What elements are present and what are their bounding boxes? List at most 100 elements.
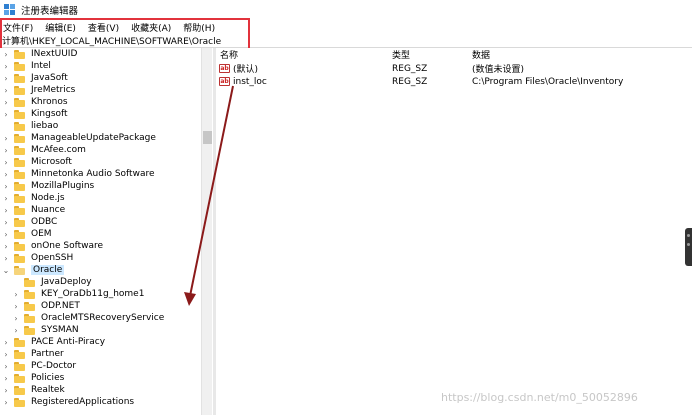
chevron-right-icon[interactable]: › bbox=[2, 396, 10, 408]
chevron-right-icon[interactable]: › bbox=[2, 96, 10, 108]
column-header-data[interactable]: 数据 bbox=[472, 48, 490, 61]
registry-editor-icon bbox=[4, 4, 16, 16]
tree-item[interactable]: › KEY_OraDb11g_home1 bbox=[12, 288, 144, 300]
chevron-right-icon[interactable]: › bbox=[2, 348, 10, 360]
tree-item[interactable]: JavaDeploy bbox=[12, 276, 92, 288]
value-row[interactable]: ab (默认) REG_SZ (数值未设置) bbox=[216, 62, 692, 75]
tree-item[interactable]: › ODBC bbox=[2, 216, 57, 228]
chevron-right-icon[interactable]: › bbox=[2, 168, 10, 180]
chevron-right-icon[interactable]: › bbox=[2, 144, 10, 156]
tree-item[interactable]: › onOne Software bbox=[2, 240, 103, 252]
tree-item[interactable]: › McAfee.com bbox=[2, 144, 85, 156]
chevron-right-icon[interactable]: › bbox=[2, 216, 10, 228]
chevron-down-icon[interactable]: ⌄ bbox=[2, 264, 10, 276]
tree-item-label: JreMetrics bbox=[31, 85, 76, 95]
chevron-right-icon[interactable] bbox=[12, 276, 20, 288]
tree-item-label: ODP.NET bbox=[41, 301, 80, 311]
folder-icon bbox=[24, 301, 35, 311]
tree-item-label: RegisteredApplications bbox=[31, 397, 135, 407]
tree-item-label: OracleMTSRecoveryService bbox=[41, 313, 165, 323]
tree-item[interactable]: › INextUUID bbox=[2, 48, 77, 60]
chevron-right-icon[interactable] bbox=[2, 120, 10, 132]
key-tree[interactable]: › INextUUID › Intel › JavaSoft › JreMetr… bbox=[0, 48, 213, 415]
tree-scrollbar[interactable] bbox=[201, 48, 212, 415]
chevron-right-icon[interactable]: › bbox=[2, 336, 10, 348]
folder-icon bbox=[14, 385, 25, 395]
chevron-right-icon[interactable]: › bbox=[2, 60, 10, 72]
tree-scrollbar-thumb[interactable] bbox=[203, 131, 212, 144]
folder-icon bbox=[14, 73, 25, 83]
tree-item[interactable]: › ODP.NET bbox=[12, 300, 80, 312]
chevron-right-icon[interactable]: › bbox=[2, 204, 10, 216]
tree-item[interactable]: liebao bbox=[2, 120, 58, 132]
tree-item-oracle[interactable]: ⌄ Oracle bbox=[2, 264, 65, 276]
tree-item[interactable]: › JreMetrics bbox=[2, 84, 75, 96]
chevron-right-icon[interactable]: › bbox=[12, 312, 20, 324]
address-bar[interactable]: 计算机\HKEY_LOCAL_MACHINE\SOFTWARE\Oracle bbox=[0, 34, 692, 48]
menu-help[interactable]: 帮助(H) bbox=[183, 21, 215, 34]
menu-favorites[interactable]: 收藏夹(A) bbox=[131, 21, 171, 34]
chevron-right-icon[interactable]: › bbox=[2, 228, 10, 240]
tree-item[interactable]: › MozillaPlugins bbox=[2, 180, 94, 192]
tree-item[interactable]: › OpenSSH bbox=[2, 252, 73, 264]
column-header-type[interactable]: 类型 bbox=[392, 48, 410, 61]
chevron-right-icon[interactable]: › bbox=[2, 252, 10, 264]
tree-item[interactable]: › Policies bbox=[2, 372, 64, 384]
folder-icon bbox=[24, 289, 35, 299]
value-row[interactable]: ab inst_loc REG_SZ C:\Program Files\Orac… bbox=[216, 75, 692, 88]
tree-item[interactable]: › Microsoft bbox=[2, 156, 72, 168]
folder-icon bbox=[14, 397, 25, 407]
chevron-right-icon[interactable]: › bbox=[2, 192, 10, 204]
chevron-right-icon[interactable]: › bbox=[2, 84, 10, 96]
chevron-right-icon[interactable]: › bbox=[2, 108, 10, 120]
tree-item[interactable]: › JavaSoft bbox=[2, 72, 67, 84]
folder-icon bbox=[14, 337, 25, 347]
menu-file[interactable]: 文件(F) bbox=[3, 21, 33, 34]
chevron-right-icon[interactable]: › bbox=[2, 360, 10, 372]
tree-item[interactable]: › Kingsoft bbox=[2, 108, 67, 120]
chevron-right-icon[interactable]: › bbox=[12, 324, 20, 336]
tree-item[interactable]: › Khronos bbox=[2, 96, 67, 108]
chevron-right-icon[interactable]: › bbox=[2, 240, 10, 252]
tree-item[interactable]: › OEM bbox=[2, 228, 51, 240]
address-path[interactable]: 计算机\HKEY_LOCAL_MACHINE\SOFTWARE\Oracle bbox=[2, 34, 221, 47]
watermark: https://blog.csdn.net/m0_50052896 bbox=[441, 391, 638, 404]
chevron-right-icon[interactable]: › bbox=[2, 132, 10, 144]
tree-item-label: Minnetonka Audio Software bbox=[31, 169, 155, 179]
menu-view[interactable]: 查看(V) bbox=[88, 21, 119, 34]
ab-string-icon: ab bbox=[219, 77, 230, 86]
chevron-right-icon[interactable]: › bbox=[12, 300, 20, 312]
tree-item-label: PC-Doctor bbox=[31, 361, 77, 371]
tree-item-label: JavaDeploy bbox=[41, 277, 92, 287]
tree-item[interactable]: › PACE Anti-Piracy bbox=[2, 336, 105, 348]
tree-item[interactable]: › SYSMAN bbox=[12, 324, 78, 336]
chevron-right-icon[interactable]: › bbox=[2, 72, 10, 84]
folder-icon bbox=[14, 157, 25, 167]
folder-icon bbox=[14, 361, 25, 371]
tree-item[interactable]: › Realtek bbox=[2, 384, 64, 396]
tree-item[interactable]: › OracleMTSRecoveryService bbox=[12, 312, 164, 324]
chevron-right-icon[interactable]: › bbox=[2, 156, 10, 168]
chevron-right-icon[interactable]: › bbox=[12, 288, 20, 300]
tree-item[interactable]: › ManageableUpdatePackage bbox=[2, 132, 156, 144]
tree-item[interactable]: › Partner bbox=[2, 348, 64, 360]
tree-item-label: Partner bbox=[31, 349, 64, 359]
chevron-right-icon[interactable]: › bbox=[2, 180, 10, 192]
ab-string-icon: ab bbox=[219, 64, 230, 73]
tree-item[interactable]: › PC-Doctor bbox=[2, 360, 76, 372]
tree-item-label: KEY_OraDb11g_home1 bbox=[41, 289, 145, 299]
tree-item[interactable]: › Minnetonka Audio Software bbox=[2, 168, 155, 180]
side-panel-handle[interactable] bbox=[685, 228, 692, 266]
chevron-right-icon[interactable]: › bbox=[2, 372, 10, 384]
chevron-right-icon[interactable]: › bbox=[2, 48, 10, 60]
tree-item[interactable]: › RegisteredApplications bbox=[2, 396, 134, 408]
tree-item[interactable]: › Nuance bbox=[2, 204, 65, 216]
column-header-name[interactable]: 名称 bbox=[220, 48, 238, 61]
tree-item-label: INextUUID bbox=[31, 49, 78, 59]
chevron-right-icon[interactable]: › bbox=[2, 384, 10, 396]
folder-icon bbox=[14, 109, 25, 119]
values-list[interactable]: 名称 类型 数据 ab (默认) REG_SZ (数值未设置) ab inst_… bbox=[216, 48, 692, 415]
tree-item[interactable]: › Intel bbox=[2, 60, 51, 72]
menu-edit[interactable]: 编辑(E) bbox=[45, 21, 76, 34]
tree-item[interactable]: › Node.js bbox=[2, 192, 64, 204]
